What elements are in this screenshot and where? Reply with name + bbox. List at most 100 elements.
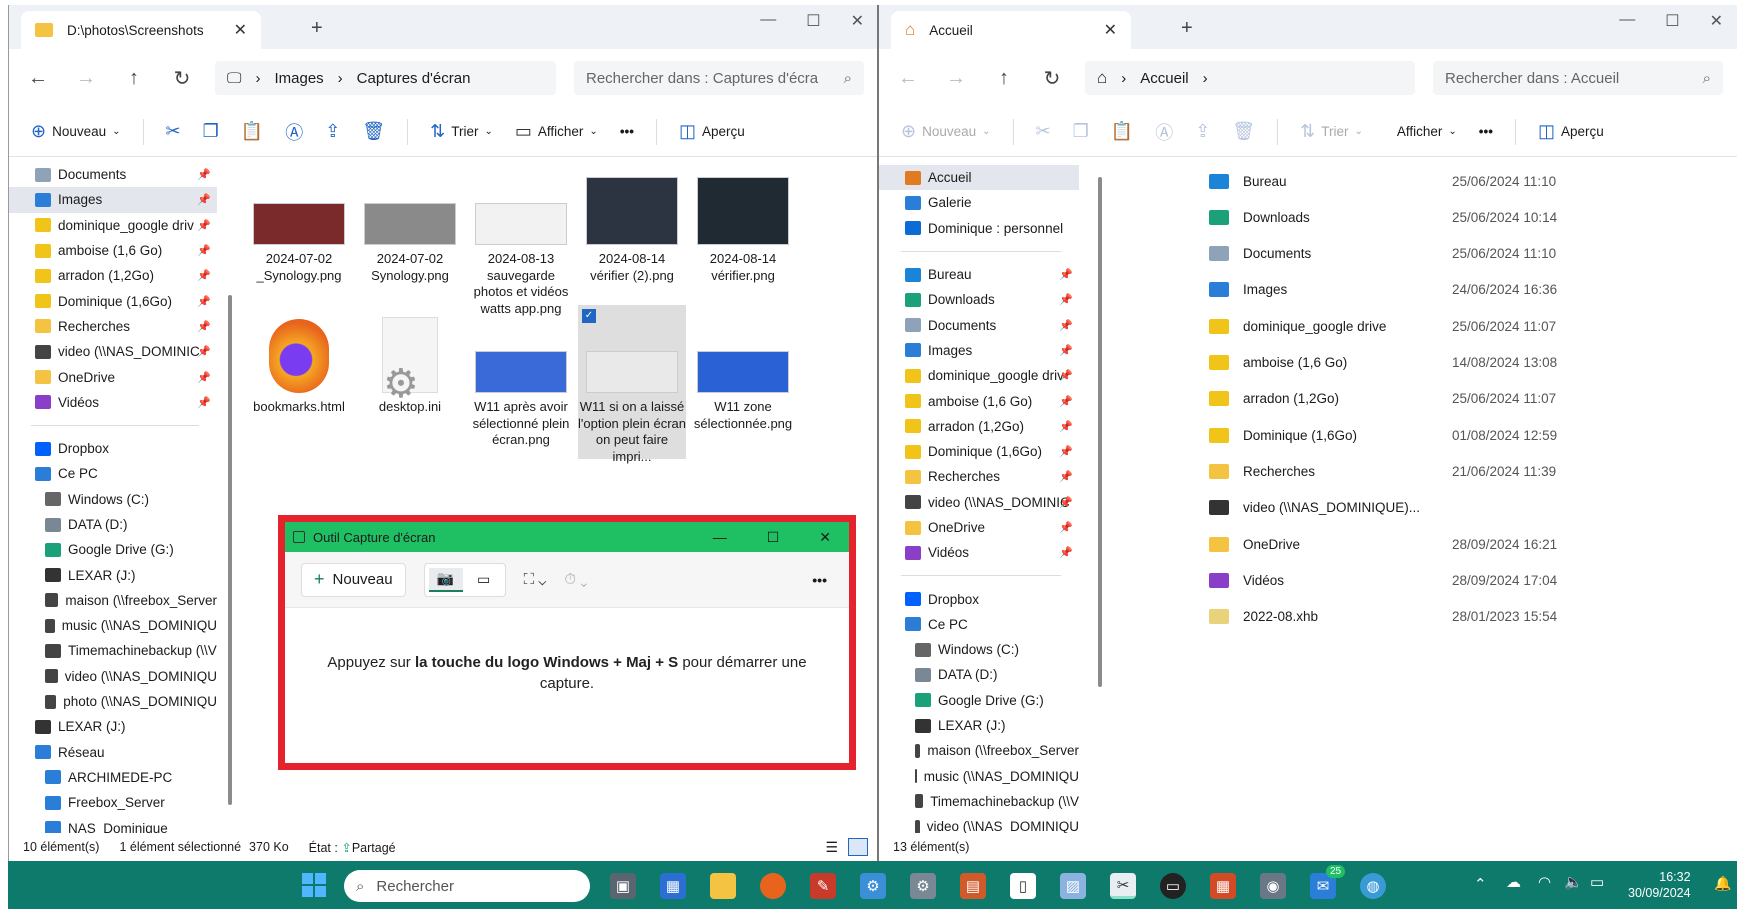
file-thumbnail[interactable]: 2024-08-14 vérifier.png — [689, 165, 797, 284]
details-view-icon[interactable]: ☰ — [825, 839, 838, 856]
file-thumbnail[interactable]: ✓ W11 si on a laissé l'option plein écran… — [578, 305, 686, 464]
breadcrumb-images[interactable]: Images — [274, 70, 323, 87]
nav-item[interactable]: Recherches 📌 — [879, 464, 1079, 489]
sort-button[interactable]: ⇅ Trier ⌄ — [1300, 121, 1363, 142]
clock[interactable]: 16:32 30/09/2024 — [1628, 869, 1691, 901]
app-icon[interactable]: ✎ — [810, 873, 836, 899]
pin-icon[interactable]: 📌 — [1059, 546, 1073, 559]
nav-item[interactable]: Documents 📌 — [879, 312, 1079, 337]
nav-item[interactable]: Images 📌 — [879, 338, 1079, 363]
list-item[interactable]: arradon (1,2Go) 25/06/2024 11:07 — [1209, 381, 1629, 417]
cloud-icon[interactable]: ☁ — [1506, 873, 1521, 891]
nav-item[interactable]: LEXAR (J:) — [9, 714, 217, 739]
nav-item[interactable]: Dropbox — [879, 586, 1079, 611]
nav-item[interactable]: video (\\NAS_DOMINIC 📌 — [879, 490, 1079, 515]
cut-button[interactable]: ✂ — [166, 121, 181, 142]
wifi-icon[interactable]: ◠ — [1538, 873, 1551, 891]
up-icon[interactable]: ↑ — [989, 67, 1019, 90]
nav-item[interactable]: amboise (1,6 Go) 📌 — [9, 238, 217, 263]
nav-item[interactable]: maison (\\freebox_Server — [9, 588, 217, 613]
pin-icon[interactable]: 📌 — [197, 320, 211, 333]
list-item[interactable]: video (\\NAS_DOMINIQUE)... — [1209, 490, 1629, 526]
nav-item[interactable]: LEXAR (J:) — [879, 713, 1079, 738]
nav-item[interactable]: Dominique (1,6Go) 📌 — [879, 439, 1079, 464]
delete-button[interactable]: 🗑 — [1232, 121, 1255, 142]
nav-item[interactable]: Bureau 📌 — [879, 262, 1079, 287]
breadcrumb-captures[interactable]: Captures d'écran — [357, 70, 471, 87]
maximize-button[interactable]: ☐ — [1665, 11, 1679, 31]
forward-icon[interactable]: → — [71, 67, 101, 90]
nav-item[interactable]: amboise (1,6 Go) 📌 — [879, 388, 1079, 413]
firefox-icon[interactable] — [760, 873, 786, 899]
close-tab-icon[interactable]: ✕ — [234, 20, 247, 40]
nav-item[interactable]: Ce PC — [9, 461, 217, 486]
pin-icon[interactable]: 📌 — [197, 168, 211, 181]
camera-icon[interactable]: ◉ — [1260, 873, 1286, 899]
copy-button[interactable]: ❐ — [1073, 121, 1089, 142]
back-icon[interactable]: ← — [893, 67, 923, 90]
nav-item[interactable]: ARCHIMEDE-PC — [9, 765, 217, 790]
tab-home[interactable]: ⌂ Accueil ✕ — [891, 11, 1131, 49]
new-button[interactable]: ⊕ Nouveau ⌄ — [31, 121, 121, 142]
address-bar[interactable]: ⌂ › Accueil › — [1085, 61, 1415, 95]
nav-scrollbar[interactable] — [1098, 177, 1102, 687]
file-thumbnail[interactable]: 2024-07-02 Synology.png — [356, 165, 464, 284]
nav-item[interactable]: Windows (C:) — [9, 487, 217, 512]
chevron-up-icon[interactable]: ⌃ — [1474, 875, 1487, 893]
tab-screenshots[interactable]: D:\photos\Screenshots ✕ — [21, 11, 261, 49]
nav-item[interactable]: Downloads 📌 — [879, 287, 1079, 312]
notification-bell-icon[interactable]: 🔔 — [1714, 875, 1731, 892]
pin-icon[interactable]: 📌 — [1059, 445, 1073, 458]
nav-item[interactable]: Images 📌 — [9, 187, 217, 213]
pin-icon[interactable]: 📌 — [1059, 470, 1073, 483]
nav-item[interactable]: photo (\\NAS_DOMINIQU — [9, 689, 217, 714]
selection-checkbox[interactable]: ✓ — [582, 309, 596, 323]
close-button[interactable]: ✕ — [851, 11, 864, 31]
breadcrumb-home[interactable]: Accueil — [1140, 70, 1188, 87]
list-item[interactable]: Vidéos 28/09/2024 17:04 — [1209, 562, 1629, 598]
nav-item[interactable]: music (\\NAS_DOMINIQU — [879, 764, 1079, 789]
nav-item[interactable]: Dominique (1,6Go) 📌 — [9, 288, 217, 313]
nav-item[interactable]: Ce PC — [879, 612, 1079, 637]
nav-item[interactable]: arradon (1,2Go) 📌 — [9, 263, 217, 288]
list-item[interactable]: Documents 25/06/2024 11:10 — [1209, 236, 1629, 272]
nav-item[interactable]: Accueil — [879, 165, 1079, 191]
file-thumbnail[interactable]: 2024-08-14 vérifier (2).png — [578, 165, 686, 284]
thumbnail-view-icon[interactable] — [848, 838, 868, 856]
file-thumbnail[interactable]: W11 zone sélectionnée.png — [689, 313, 797, 432]
list-item[interactable]: 2022-08.xhb 28/01/2023 15:54 — [1209, 599, 1629, 635]
share-button[interactable]: ⇪ — [325, 121, 340, 142]
pin-icon[interactable]: 📌 — [197, 396, 211, 409]
nav-item[interactable]: Timemachinebackup (\\V — [9, 638, 217, 663]
nav-item[interactable]: DATA (D:) — [879, 662, 1079, 687]
pin-icon[interactable]: 📌 — [197, 371, 211, 384]
nav-item[interactable]: Google Drive (G:) — [879, 688, 1079, 713]
view-button[interactable]: Afficher ⌄ — [1385, 124, 1457, 139]
maximize-button[interactable]: ☐ — [806, 11, 820, 31]
video-icon[interactable]: ▭ — [467, 568, 501, 592]
list-item[interactable]: OneDrive 28/09/2024 16:21 — [1209, 526, 1629, 562]
file-explorer-icon[interactable] — [710, 873, 736, 899]
pin-icon[interactable]: 📌 — [1059, 268, 1073, 281]
forward-icon[interactable]: → — [941, 67, 971, 90]
pin-icon[interactable]: 📌 — [197, 244, 211, 257]
globe-icon[interactable]: ◍ — [1360, 873, 1386, 899]
camera-icon[interactable]: 📷 — [428, 567, 463, 592]
new-tab-button[interactable]: + — [1181, 17, 1193, 40]
refresh-icon[interactable]: ↻ — [167, 66, 197, 91]
control-panel-icon[interactable]: ⚙ — [860, 873, 886, 899]
pin-icon[interactable]: 📌 — [197, 269, 211, 282]
preview-button[interactable]: ◫ Aperçu — [679, 121, 745, 142]
snip-mode-dropdown[interactable]: ⛶ ⌄ — [524, 571, 547, 588]
pin-icon[interactable]: 📌 — [1059, 521, 1073, 534]
share-button[interactable]: ⇪ — [1195, 121, 1210, 142]
file-thumbnail[interactable]: W11 après avoir sélectionné plein écran.… — [467, 313, 575, 449]
file-thumbnail[interactable]: 2024-07-02 _Synology.png — [245, 165, 353, 284]
back-icon[interactable]: ← — [23, 67, 53, 90]
minimize-button[interactable]: — — [760, 11, 776, 31]
taskbar-search[interactable]: ⌕ Rechercher — [344, 870, 590, 902]
list-item[interactable]: dominique_google drive 25/06/2024 11:07 — [1209, 308, 1629, 344]
sort-button[interactable]: ⇅ Trier ⌄ — [430, 121, 493, 142]
list-item[interactable]: Dominique (1,6Go) 01/08/2024 12:59 — [1209, 417, 1629, 453]
list-item[interactable]: Bureau 25/06/2024 11:10 — [1209, 163, 1629, 199]
